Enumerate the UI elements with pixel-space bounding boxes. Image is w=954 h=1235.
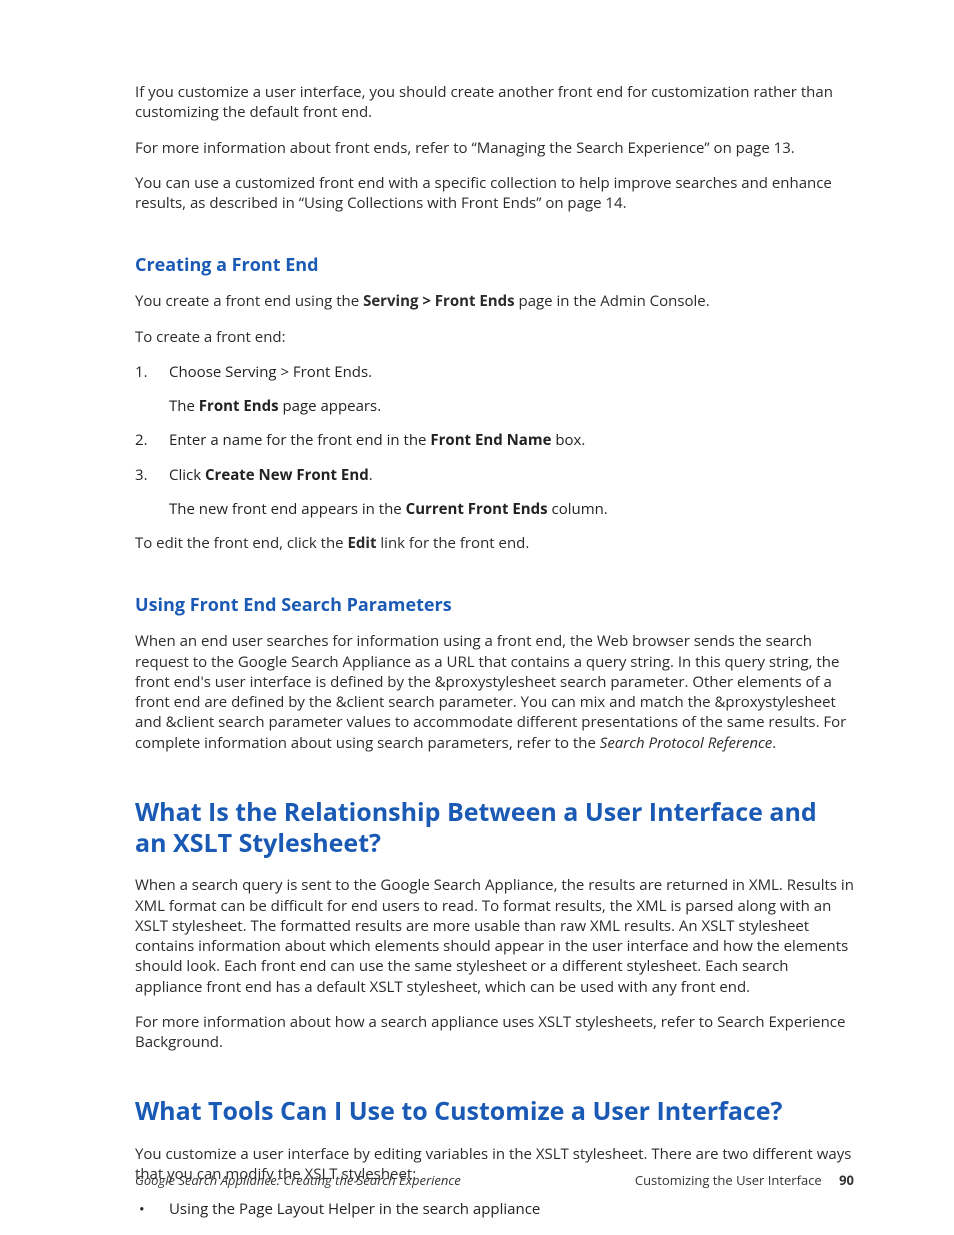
text-run: box.	[551, 430, 585, 450]
heading-creating-front-end: Creating a Front End	[135, 253, 854, 277]
step-3-sub: The new front end appears in the Current…	[169, 499, 854, 519]
footer-doc-title: Google Search Appliance: Creating the Se…	[135, 1171, 461, 1189]
page-content: If you customize a user interface, you s…	[0, 0, 954, 1219]
heading-tools: What Tools Can I Use to Customize a User…	[135, 1096, 854, 1127]
intro-paragraph-3: You can use a customized front end with …	[135, 173, 854, 214]
intro-paragraph-2: For more information about front ends, r…	[135, 138, 854, 158]
creating-paragraph-2: To create a front end:	[135, 327, 854, 347]
text-run: page in the Admin Console.	[515, 291, 710, 311]
text-run: .	[772, 733, 776, 753]
step-3: Click Create New Front End. The new fron…	[135, 465, 854, 520]
text-run: page appears.	[279, 396, 382, 416]
step-1: Choose Serving > Front Ends. The Front E…	[135, 362, 854, 417]
creating-paragraph-after: To edit the front end, click the Edit li…	[135, 533, 854, 553]
bold-edit: Edit	[347, 533, 376, 553]
bold-create-new-front-end: Create New Front End	[205, 465, 369, 485]
creating-steps-list: Choose Serving > Front Ends. The Front E…	[135, 362, 854, 519]
text-run: You create a front end using the	[135, 291, 363, 311]
text-run: .	[369, 465, 373, 485]
footer-section-text: Customizing the User Interface	[635, 1171, 822, 1189]
footer-section: Customizing the User Interface 90	[635, 1171, 854, 1189]
step-2: Enter a name for the front end in the Fr…	[135, 430, 854, 450]
intro-paragraph-1: If you customize a user interface, you s…	[135, 82, 854, 123]
relationship-paragraph-1: When a search query is sent to the Googl…	[135, 875, 854, 997]
page-footer: Google Search Appliance: Creating the Se…	[135, 1171, 854, 1189]
text-run: The	[169, 396, 199, 416]
creating-paragraph-1: You create a front end using the Serving…	[135, 291, 854, 311]
step-text: Choose Serving > Front Ends.	[169, 362, 372, 382]
text-run: column.	[548, 499, 608, 519]
text-run: Click	[169, 465, 205, 485]
heading-using-params: Using Front End Search Parameters	[135, 593, 854, 617]
italic-search-protocol-reference: Search Protocol Reference	[600, 733, 772, 753]
tools-bullets: Using the Page Layout Helper in the sear…	[135, 1199, 854, 1219]
bold-current-front-ends: Current Front Ends	[406, 499, 548, 519]
heading-relationship: What Is the Relationship Between a User …	[135, 797, 854, 860]
text-run: To edit the front end, click the	[135, 533, 347, 553]
text-run: link for the front end.	[376, 533, 529, 553]
step-1-sub: The Front Ends page appears.	[169, 396, 854, 416]
page-number: 90	[839, 1171, 854, 1189]
bullet-page-layout-helper: Using the Page Layout Helper in the sear…	[135, 1199, 854, 1219]
bold-serving-front-ends: Serving > Front Ends	[363, 291, 515, 311]
relationship-paragraph-2: For more information about how a search …	[135, 1012, 854, 1053]
text-run: Enter a name for the front end in the	[169, 430, 430, 450]
bold-front-end-name: Front End Name	[430, 430, 551, 450]
bold-front-ends: Front Ends	[199, 396, 279, 416]
text-run: The new front end appears in the	[169, 499, 406, 519]
using-paragraph-1: When an end user searches for informatio…	[135, 631, 854, 753]
